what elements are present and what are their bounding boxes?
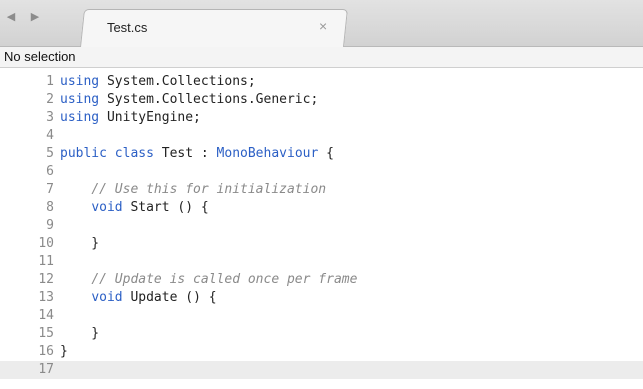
code-line[interactable]: 16} [0,343,643,361]
code-text: Update () { [122,290,217,305]
line-number: 6 [46,164,54,179]
line-source: void Update () { [60,289,217,307]
code-line[interactable]: 4 [0,127,643,145]
line-number: 14 [38,308,54,323]
tab-title: Test.cs [106,20,148,35]
line-number: 3 [46,110,54,125]
code-line[interactable]: 7 // Use this for initialization [0,181,643,199]
code-line[interactable]: 5 public class Test : MonoBehaviour { [0,145,643,163]
code-text: System.Collections; [106,74,256,89]
code-line[interactable]: 8 void Start () { [0,199,643,217]
code-keyword: using [60,74,107,89]
code-text: { [318,146,334,161]
line-number: 13 [38,290,54,305]
code-line[interactable]: 14 [0,307,643,325]
code-keyword: public class [60,146,162,161]
code-text: } [60,236,100,251]
line-source: using System.Collections.Generic; [60,91,318,109]
code-line[interactable]: 6 [0,163,643,181]
line-number: 12 [38,272,54,287]
line-number: 10 [38,236,54,251]
code-comment: // Update is called once per frame [91,272,358,287]
code-area[interactable]: 1 using System.Collections; 2 using System.… [0,73,643,379]
code-line[interactable]: 3 using UnityEngine; [0,109,643,127]
code-line[interactable]: 13 void Update () { [0,289,643,307]
line-number: 17 [38,362,54,377]
chevron-right-icon[interactable]: ▶ [26,8,44,26]
line-number: 15 [38,326,54,341]
code-keyword: void [91,290,123,305]
line-source: public class Test : MonoBehaviour { [60,145,334,163]
line-source: using UnityEngine; [60,109,201,127]
code-keyword: void [91,200,123,215]
code-text: System.Collections.Generic; [106,92,319,107]
code-text: Test : [161,146,217,161]
code-keyword: using [60,110,107,125]
line-source: // Update is called once per frame [60,271,357,289]
line-number: 2 [46,92,54,107]
tab-bar: ◀ ▶ Test.cs × [0,0,643,47]
line-source: // Use this for initialization [60,181,326,199]
code-line[interactable]: 9 [0,217,643,235]
code-line[interactable]: 2 using System.Collections.Generic; [0,91,643,109]
line-source: } [60,235,99,253]
code-keyword: using [60,92,107,107]
line-number: 5 [46,146,54,161]
jump-bar[interactable]: No selection [0,47,643,68]
code-text: } [60,326,100,341]
line-source: void Start () { [60,199,209,217]
code-line[interactable]: 11 [0,253,643,271]
code-line[interactable]: 17 [0,361,643,379]
code-text: UnityEngine; [106,110,201,125]
code-line[interactable]: 1 using System.Collections; [0,73,643,91]
code-editor[interactable]: 1 using System.Collections; 2 using System.… [0,68,643,389]
code-text: Start () { [122,200,209,215]
line-number: 11 [38,254,54,269]
tab-test-cs[interactable]: Test.cs × [80,9,348,47]
line-number: 1 [46,74,54,89]
code-line[interactable]: 12 // Update is called once per frame [0,271,643,289]
close-icon[interactable]: × [319,18,327,34]
line-source: using System.Collections; [60,73,256,91]
selection-label: No selection [4,49,76,64]
chevron-left-icon[interactable]: ◀ [2,8,20,26]
code-keyword: MonoBehaviour [216,146,319,161]
line-number: 7 [46,182,54,197]
code-comment: // Use this for initialization [91,182,327,197]
code-text: } [60,344,68,359]
code-line[interactable]: 10 } [0,235,643,253]
line-number: 9 [46,218,54,233]
line-source: } [60,325,99,343]
line-number: 16 [38,344,54,359]
code-line[interactable]: 15 } [0,325,643,343]
line-number: 4 [46,128,54,143]
line-source: } [60,343,68,361]
line-number: 8 [46,200,54,215]
